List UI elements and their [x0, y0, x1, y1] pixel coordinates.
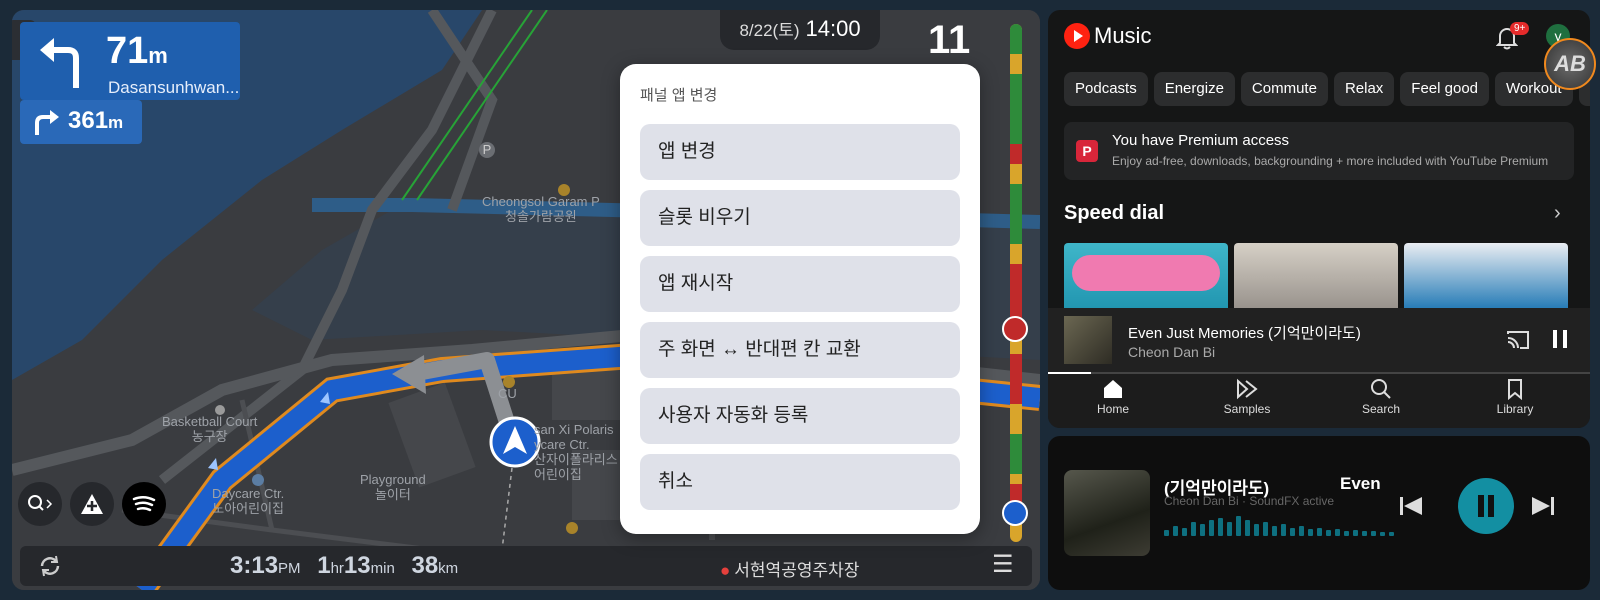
nav-library[interactable]: Library [1470, 378, 1560, 416]
pause-icon [1478, 495, 1494, 517]
overlay-app-logo[interactable]: AB [1544, 38, 1596, 90]
polaris-daycare-label: san Xi Polaris ycare Ctr. 산자이폴라리스 어린이집 [534, 422, 618, 482]
speed-dial-heading: Speed dial [1064, 202, 1165, 224]
turn-distance: 71m [106, 30, 168, 72]
music-bottom-nav: Home Samples Search Library [1048, 374, 1590, 428]
mini-player-subtitle: Cheon Dan Bi · SoundFX active [1164, 494, 1335, 508]
empty-slot-option[interactable]: 슬롯 비우기 [640, 190, 960, 246]
current-position-icon [1002, 500, 1028, 526]
cancel-option[interactable]: 취소 [640, 454, 960, 510]
cast-icon[interactable] [1506, 330, 1530, 350]
change-app-option[interactable]: 앱 변경 [640, 124, 960, 180]
album-art-graphic [1072, 255, 1220, 291]
play-pause-button[interactable] [1458, 478, 1514, 534]
chip-feel-good[interactable]: Feel good [1400, 72, 1490, 106]
premium-banner[interactable]: P You have Premium access Enjoy ad-free,… [1064, 122, 1574, 180]
restart-app-option[interactable]: 앱 재시작 [640, 256, 960, 312]
next-track-icon[interactable] [1530, 493, 1556, 519]
chip-podcasts[interactable]: Podcasts [1064, 72, 1148, 106]
search-icon[interactable] [18, 482, 62, 526]
chip-relax[interactable]: Relax [1333, 72, 1395, 106]
premium-subtitle: Enjoy ad-free, downloads, backgrounding … [1112, 154, 1549, 168]
chevron-right-icon[interactable]: › [1554, 202, 1561, 225]
panel-app-change-dialog: 패널 앱 변경 앱 변경 슬롯 비우기 앱 재시작 주 화면 ↔ 반대편 칸 교… [620, 64, 980, 534]
library-icon [1508, 379, 1522, 400]
youtube-music-panel: Music 9+ y Podcasts Energize Commute Relax F… [1048, 10, 1590, 428]
premium-icon: P [1076, 140, 1098, 162]
premium-title: You have Premium access [1112, 132, 1290, 149]
samples-icon [1237, 378, 1258, 400]
now-playing-bar[interactable]: Even Just Memories (기억만이라도) Cheon Dan Bi [1048, 308, 1590, 372]
playground-label: Playground 놀이터 [360, 472, 426, 502]
spotify-icon[interactable] [122, 482, 166, 526]
now-playing-artist: Cheon Dan Bi [1128, 344, 1216, 360]
route-summary-bar[interactable]: 3:13PM 1hr13min 38km ● 서현역공영주차장 ☰ [20, 546, 1032, 586]
swap-panels-option[interactable]: 주 화면 ↔ 반대편 칸 교환 [640, 322, 960, 378]
next-turn-card[interactable]: 361m [20, 100, 142, 144]
turn-road-name: Dasansunhwan... [108, 78, 240, 97]
pause-icon[interactable] [1552, 328, 1568, 350]
previous-track-icon[interactable] [1398, 493, 1424, 519]
mini-player[interactable]: (기억만이라도) Even Cheon Dan Bi · SoundFX act… [1048, 436, 1590, 590]
turn-right-icon [35, 110, 59, 135]
parking-marker: P [482, 142, 492, 157]
traffic-bar [1010, 24, 1022, 542]
youtube-music-icon [1064, 23, 1090, 50]
daycare-label: Daycare Ctr. 노아어린이집 [212, 486, 285, 516]
register-automation-option[interactable]: 사용자 자동화 등록 [640, 388, 960, 444]
eta-summary: 3:13PM 1hr13min 38km [230, 552, 459, 579]
nav-home[interactable]: Home [1068, 378, 1158, 416]
turn-left-icon [40, 38, 79, 88]
turn-instruction-card[interactable]: 71m Dasansunhwan... [20, 22, 240, 100]
chip-energize[interactable]: Energize [1153, 72, 1235, 106]
basketball-court-label: Basketball Court 농구장 [162, 414, 258, 444]
now-playing-title: Even Just Memories (기억만이라도) [1128, 325, 1361, 342]
now-playing-artwork [1064, 316, 1112, 364]
dialog-title: 패널 앱 변경 [640, 87, 718, 104]
date-time: 8/22(토) 14:00 [720, 10, 880, 50]
nav-samples[interactable]: Samples [1202, 378, 1292, 416]
location-pin-icon: ● [720, 561, 731, 580]
park-label: Cheongsol Garam P 청솔가람공원 [482, 194, 600, 224]
speed-limit: 11 [928, 18, 971, 62]
incident-icon[interactable] [1002, 316, 1028, 342]
next-turn-distance: 361m [68, 107, 124, 134]
destination-label[interactable]: ● 서현역공영주차장 [720, 556, 859, 581]
add-report-icon[interactable] [70, 482, 114, 526]
menu-icon[interactable]: ☰ [992, 550, 1014, 579]
search-icon [1371, 379, 1391, 399]
reroute-icon[interactable] [38, 554, 62, 578]
notification-badge: 9+ [1510, 22, 1530, 35]
chip-commute[interactable]: Commute [1240, 72, 1328, 106]
mini-player-title-scroll: Even [1340, 474, 1381, 493]
home-icon [1104, 380, 1122, 398]
mini-player-artwork [1064, 470, 1150, 556]
mood-chips: Podcasts Energize Commute Relax Feel good Wor… [1064, 72, 1590, 106]
cu-label: CU [498, 386, 517, 401]
youtube-music-logo[interactable]: Music [1064, 22, 1151, 50]
nav-search[interactable]: Search [1336, 378, 1426, 416]
